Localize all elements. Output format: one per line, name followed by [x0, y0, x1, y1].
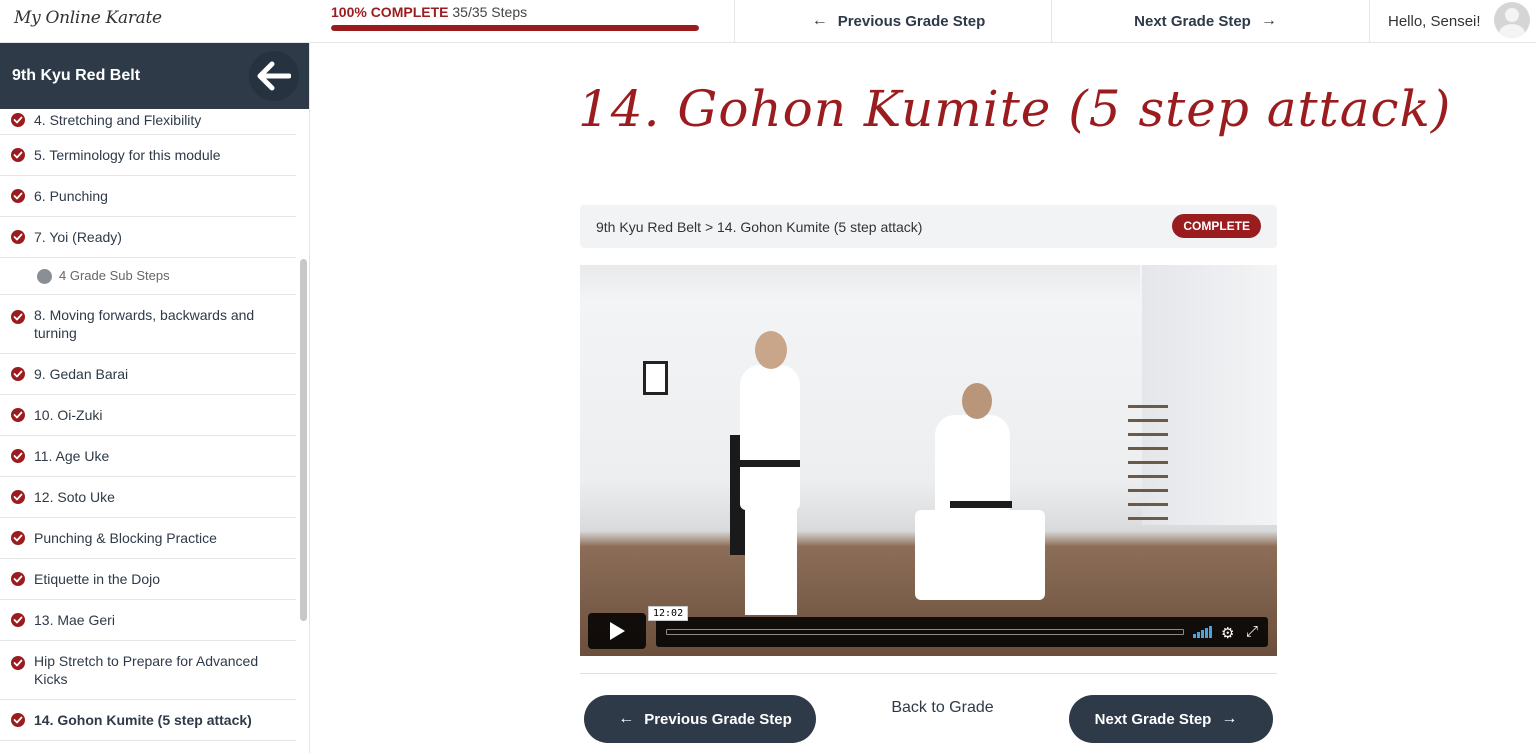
sidebar-scrollbar[interactable]	[298, 109, 308, 753]
page-title: 14. Gohon Kumite (5 step attack)	[578, 80, 1452, 138]
sidebar-step-item[interactable]: 12. Soto Uke	[0, 477, 296, 518]
sidebar-step-item[interactable]: 10. Oi-Zuki	[0, 395, 296, 436]
previous-grade-step-button[interactable]: ← Previous Grade Step	[584, 695, 816, 743]
site-logo[interactable]: My Online Karate	[14, 8, 162, 28]
check-circle-icon	[11, 656, 25, 670]
play-icon	[610, 622, 625, 640]
progress-bar	[331, 25, 699, 31]
check-circle-icon	[11, 230, 25, 244]
sidebar-header: 9th Kyu Red Belt	[0, 43, 309, 109]
check-circle-icon	[11, 148, 25, 162]
check-circle-icon	[11, 490, 25, 504]
arrow-right-icon: →	[1221, 710, 1238, 727]
check-circle-icon	[11, 408, 25, 422]
sidebar-step-item[interactable]: 14. Gohon Kumite (5 step attack)	[0, 700, 296, 741]
top-bar: My Online Karate 100% COMPLETE 35/35 Ste…	[0, 0, 1536, 43]
divider	[580, 673, 1277, 674]
top-previous-label: Previous Grade Step	[837, 12, 986, 30]
sidebar-step-item[interactable]: Etiquette in the Dojo	[0, 559, 296, 600]
avatar[interactable]	[1494, 2, 1530, 38]
top-next-label: Next Grade Step	[1134, 12, 1251, 30]
video-player[interactable]: 12:02 ⚙ ⤢	[580, 265, 1277, 656]
sidebar-scroll-thumb[interactable]	[300, 259, 307, 621]
next-button-label: Next Grade Step	[1094, 710, 1212, 728]
karateka-left-image	[740, 365, 800, 510]
sidebar-step-item[interactable]: 9. Gedan Barai	[0, 354, 296, 395]
sidebar-item-label: Punching & Blocking Practice	[34, 530, 217, 546]
back-to-grade-link[interactable]: Back to Grade	[870, 699, 1015, 717]
sidebar-item-label: Etiquette in the Dojo	[34, 571, 161, 587]
check-circle-icon	[11, 613, 25, 627]
progress-percent: 100% COMPLETE	[331, 4, 449, 20]
top-next-step-link[interactable]: Next Grade Step →	[1051, 0, 1369, 42]
sidebar-step-item[interactable]: Punching & Blocking Practice	[0, 518, 296, 559]
arrow-left-icon: ←	[811, 12, 828, 29]
sidebar-item-label: 4. Stretching and Flexibility	[34, 111, 202, 128]
check-circle-icon	[11, 572, 25, 586]
sidebar-step-item[interactable]: 11. Age Uke	[0, 436, 296, 477]
check-circle-icon	[11, 310, 25, 324]
breadcrumb: 9th Kyu Red Belt > 14. Gohon Kumite (5 s…	[580, 205, 1277, 248]
user-greeting: Hello, Sensei!	[1388, 12, 1481, 30]
fullscreen-icon[interactable]: ⤢	[1246, 623, 1258, 640]
weapon-rack-image	[1128, 405, 1168, 525]
progress-bar-fill	[331, 25, 699, 31]
sidebar-step-item[interactable]: Hip Stretch to Prepare for Advanced Kick…	[0, 641, 296, 700]
sidebar-item-label: 6. Punching	[34, 188, 108, 204]
sidebar-item-label: 10. Oi-Zuki	[34, 407, 103, 423]
status-badge: COMPLETE	[1172, 214, 1261, 238]
sidebar-step-item[interactable]: 4. Stretching and Flexibility	[0, 105, 296, 135]
progress-steps: 35/35 Steps	[452, 4, 528, 20]
breadcrumb-text[interactable]: 9th Kyu Red Belt > 14. Gohon Kumite (5 s…	[596, 219, 922, 235]
arrow-left-icon: ←	[618, 710, 635, 727]
previous-button-label: Previous Grade Step	[644, 710, 792, 728]
sidebar-item-label: 7. Yoi (Ready)	[34, 229, 122, 245]
settings-gear-icon[interactable]: ⚙	[1221, 624, 1234, 642]
sidebar-sub-steps[interactable]: 4 Grade Sub Steps	[0, 258, 296, 295]
video-duration: 12:02	[648, 606, 689, 621]
arrow-right-icon: →	[1260, 12, 1277, 29]
sidebar-item-label: 12. Soto Uke	[34, 489, 115, 505]
check-circle-icon	[11, 531, 25, 545]
sidebar-item-label: 4 Grade Sub Steps	[59, 268, 170, 283]
sidebar-item-label: 14. Gohon Kumite (5 step attack)	[34, 712, 252, 728]
video-controls: 12:02 ⚙ ⤢	[588, 606, 1268, 649]
check-circle-icon	[11, 367, 25, 381]
volume-icon[interactable]	[1193, 626, 1215, 638]
arrow-left-icon	[257, 61, 291, 91]
sidebar-step-item[interactable]: 6. Punching	[0, 176, 296, 217]
sub-steps-dot-icon	[37, 268, 52, 284]
check-circle-icon	[11, 112, 25, 127]
karateka-right-image	[935, 415, 1010, 515]
sidebar-step-item[interactable]: 8. Moving forwards, backwards and turnin…	[0, 295, 296, 354]
sidebar-item-label: 5. Terminology for this module	[34, 147, 221, 163]
play-button[interactable]	[588, 613, 646, 649]
sidebar-grade-title: 9th Kyu Red Belt	[12, 67, 141, 84]
sidebar-step-list: 4. Stretching and Flexibility 5. Terminol…	[0, 105, 309, 741]
sidebar-item-label: 11. Age Uke	[34, 448, 110, 464]
wall-frame-image	[643, 361, 668, 395]
sidebar-back-button[interactable]	[249, 51, 299, 101]
sidebar-step-item[interactable]: 7. Yoi (Ready)	[0, 217, 296, 258]
sidebar-step-item[interactable]: 5. Terminology for this module	[0, 135, 296, 176]
video-seek-bar[interactable]	[666, 629, 1184, 635]
sidebar-item-label: 9. Gedan Barai	[34, 366, 129, 382]
check-circle-icon	[11, 189, 25, 203]
sidebar-item-label: 13. Mae Geri	[34, 612, 115, 628]
sidebar-item-label: Hip Stretch to Prepare for Advanced Kick…	[34, 653, 259, 687]
check-circle-icon	[11, 713, 25, 727]
user-menu[interactable]: Hello, Sensei!	[1369, 0, 1536, 42]
course-progress: 100% COMPLETE 35/35 Steps	[331, 4, 699, 31]
top-previous-step-link[interactable]: ← Previous Grade Step	[734, 0, 1052, 42]
sidebar-step-item[interactable]: 13. Mae Geri	[0, 600, 296, 641]
sidebar-item-label: 8. Moving forwards, backwards and turnin…	[34, 307, 255, 341]
check-circle-icon	[11, 449, 25, 463]
course-sidebar: 9th Kyu Red Belt 4. Stretching and Flexi…	[0, 43, 310, 753]
next-grade-step-button[interactable]: Next Grade Step →	[1069, 695, 1273, 743]
